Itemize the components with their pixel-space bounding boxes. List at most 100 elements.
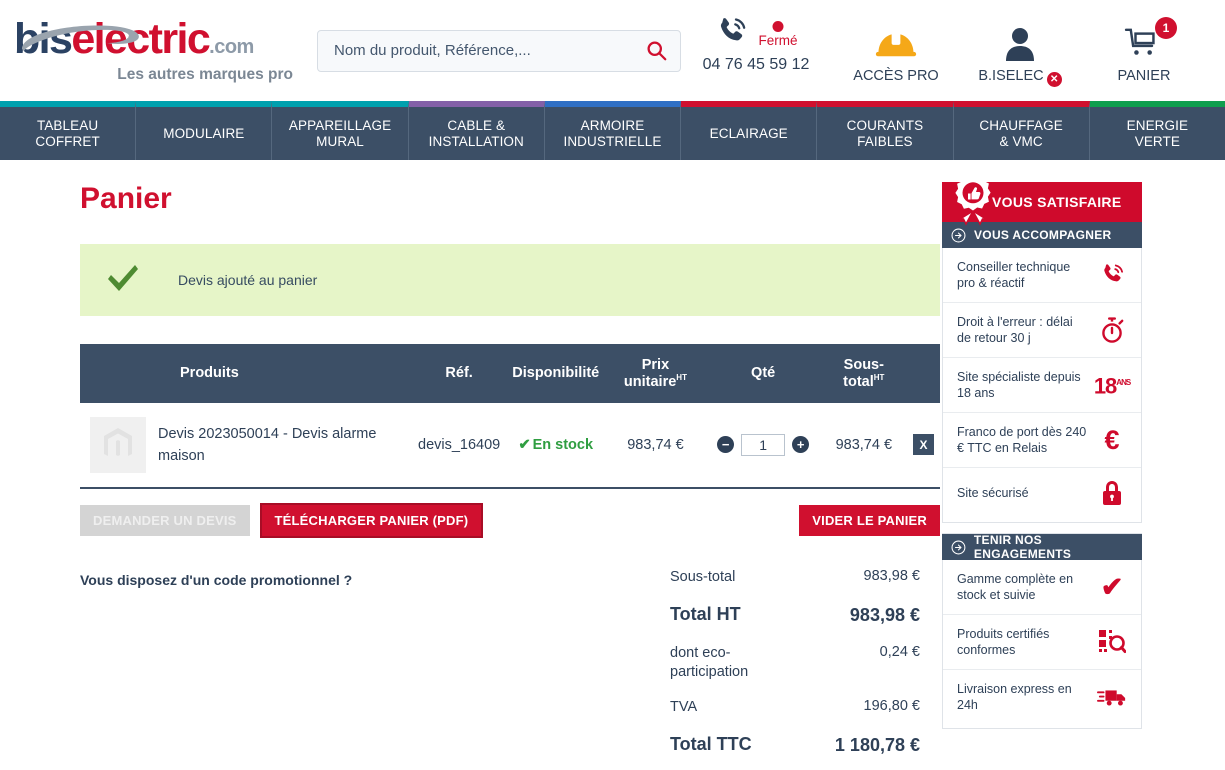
- total-value: 983,98 €: [849, 604, 920, 625]
- cart-action[interactable]: 1 PANIER: [1085, 15, 1203, 84]
- cart-table: Produits Réf. Disponibilité Prix unitair…: [80, 344, 940, 489]
- sidebar-item-site-specialiste: Site spécialiste depuis 18 ans 18ANS: [943, 358, 1141, 413]
- remove-item-button[interactable]: X: [912, 434, 934, 456]
- sidebar-section-tenir-nos-engagements: TENIR NOS ENGAGEMENTS Gamme complète en …: [942, 533, 1142, 729]
- nav-label-line1: CHAUFFAGE: [979, 117, 1063, 133]
- total-value: 196,80 €: [863, 697, 920, 714]
- sidebar-item-label: Franco de port dès 240 € TTC en Relais: [957, 425, 1087, 455]
- nav-item-tableau-coffret[interactable]: TABLEAU COFFRET: [0, 101, 137, 160]
- nav-item-energie-verte[interactable]: ENERGIE VERTE: [1089, 101, 1225, 160]
- col-header-unit-price: Prix unitaireHT: [605, 344, 706, 403]
- close-circle-icon[interactable]: ✕: [1046, 71, 1062, 87]
- nav-label-line1: CABLE &: [447, 117, 506, 133]
- col-header-unit-price-sup: HT: [676, 373, 687, 382]
- nav-item-eclairage[interactable]: ECLAIRAGE: [681, 101, 818, 160]
- years-number: 18: [1093, 373, 1118, 399]
- product-ref: devis_16409: [412, 402, 507, 489]
- nav-item-modulaire[interactable]: MODULAIRE: [136, 101, 273, 160]
- nav-label-line2: COFFRET: [35, 133, 100, 149]
- product-name[interactable]: Devis 2023050014 - Devis alarme maison: [152, 402, 412, 489]
- years-unit: ANS: [1116, 378, 1131, 388]
- table-row: Devis 2023050014 - Devis alarme maison d…: [80, 402, 940, 489]
- logo-part-electric: electric: [71, 15, 210, 63]
- check-icon: ✔: [518, 436, 531, 453]
- nav-label-line2: INDUSTRIELLE: [563, 133, 662, 149]
- col-header-qty: Qté: [705, 344, 821, 403]
- sidebar-item-label: Livraison express en 24h: [957, 682, 1072, 712]
- phone-number[interactable]: 04 76 45 59 12: [703, 56, 810, 74]
- logo[interactable]: biselectric.com Les autres marques pro: [0, 17, 295, 84]
- success-notice: Devis ajouté au panier: [80, 244, 940, 316]
- quantity-input[interactable]: [741, 433, 786, 456]
- total-value: 1 180,78 €: [834, 734, 920, 755]
- sidebar-item-franco-de-port: Franco de port dès 240 € TTC en Relais €: [943, 413, 1141, 468]
- cart-totals: Sous-total 983,98 € Total HT 983,98 € do…: [670, 560, 920, 770]
- empty-cart-button[interactable]: VIDER LE PANIER: [799, 504, 940, 536]
- sidebar-item-label: Site spécialiste depuis 18 ans: [957, 370, 1081, 400]
- qty-increment-button[interactable]: +: [792, 436, 810, 454]
- delivery-truck-icon: [1095, 685, 1129, 709]
- download-pdf-button[interactable]: TÉLÉCHARGER PANIER (PDF): [259, 502, 484, 538]
- lock-icon: [1095, 479, 1129, 507]
- site-header: biselectric.com Les autres marques pro N…: [0, 0, 1225, 101]
- nav-label-line2: MURAL: [316, 133, 364, 149]
- nav-label-line1: ENERGIE: [1126, 117, 1189, 133]
- logo-part-bis: bis: [14, 15, 73, 63]
- sidebar-item-produits-certifies: Produits certifiés conformes: [943, 615, 1141, 670]
- nav-item-chauffage-vmc[interactable]: CHAUFFAGE & VMC: [953, 101, 1090, 160]
- availability-label: En stock: [532, 436, 594, 453]
- 18-ans-icon: 18ANS: [1094, 375, 1131, 397]
- sidebar-header-vous-satisfaire: VOUS SATISFAIRE: [942, 175, 1142, 226]
- status-dot-icon: [772, 20, 784, 32]
- award-ribbon-icon: [955, 175, 991, 226]
- total-label: Sous-total: [670, 568, 736, 585]
- nav-item-cable-installation[interactable]: CABLE & INSTALLATION: [408, 101, 545, 160]
- pro-access-action[interactable]: ACCÈS PRO: [837, 15, 955, 84]
- qty-decrement-button[interactable]: −: [717, 436, 735, 454]
- request-quote-button[interactable]: DEMANDER UN DEVIS: [80, 504, 250, 536]
- total-row-total-ttc: Total TTC 1 180,78 €: [670, 725, 920, 766]
- col-header-subtotal: Sous-totalHT: [820, 344, 907, 403]
- nav-item-armoire-industrielle[interactable]: ARMOIRE INDUSTRIELLE: [544, 101, 682, 160]
- total-label: Total TTC: [670, 733, 752, 754]
- total-row-total-ht: Total HT 983,98 €: [670, 595, 920, 636]
- col-header-products: Produits: [80, 344, 412, 403]
- account-action[interactable]: B.ISELEC ✕: [961, 15, 1079, 87]
- cart-table-header-row: Produits Réf. Disponibilité Prix unitair…: [80, 344, 940, 403]
- euro-icon: €: [1104, 425, 1120, 455]
- total-row-subtotal: Sous-total 983,98 €: [670, 560, 920, 595]
- page-title: Panier: [80, 182, 172, 215]
- sidebar-header-title: VOUS SATISFAIRE: [992, 194, 1122, 210]
- sidebar-item-label: Droit à l'erreur : délai de retour 30 j: [957, 315, 1073, 345]
- sidebar-item-label: Gamme complète en stock et suivie: [957, 572, 1074, 602]
- search-icon[interactable]: [642, 37, 670, 65]
- logo-text: biselectric.com: [14, 17, 295, 69]
- nav-label-line1: COURANTS: [846, 117, 924, 133]
- hard-hat-icon: [837, 23, 955, 65]
- quantity-stepper: − +: [705, 402, 821, 489]
- pro-access-label: ACCÈS PRO: [853, 67, 939, 84]
- check-icon: ✔: [1100, 571, 1124, 602]
- sidebar-section-header[interactable]: TENIR NOS ENGAGEMENTS: [942, 533, 1142, 561]
- status-badge: ✔ En stock: [518, 437, 593, 453]
- search-bar[interactable]: [316, 29, 681, 72]
- check-icon: [106, 263, 140, 298]
- nav-label-line1: MODULAIRE: [163, 125, 245, 141]
- col-header-availability: Disponibilité: [506, 344, 606, 403]
- total-value: 983,98 €: [863, 567, 920, 584]
- nav-item-courants-faibles[interactable]: COURANTS FAIBLES: [817, 101, 954, 160]
- sidebar-item-label: Site sécurisé: [957, 486, 1029, 500]
- nav-label-line2: FAIBLES: [857, 133, 913, 149]
- phone-action[interactable]: Fermé 04 76 45 59 12: [681, 15, 831, 74]
- search-input[interactable]: [333, 42, 642, 59]
- account-name: B.ISELEC: [978, 67, 1044, 84]
- user-icon: [961, 23, 1079, 65]
- nav-item-appareillage-mural[interactable]: APPAREILLAGE MURAL: [272, 101, 409, 160]
- stopwatch-icon: [1095, 316, 1129, 344]
- cart-actions: DEMANDER UN DEVIS TÉLÉCHARGER PANIER (PD…: [80, 502, 940, 538]
- logo-part-com: .com: [209, 36, 254, 58]
- phone-status: Fermé: [758, 20, 798, 48]
- success-notice-text: Devis ajouté au panier: [178, 272, 318, 288]
- sidebar-item-label: Produits certifiés conformes: [957, 627, 1050, 657]
- sidebar-item-label: Conseiller technique pro & réactif: [957, 260, 1071, 290]
